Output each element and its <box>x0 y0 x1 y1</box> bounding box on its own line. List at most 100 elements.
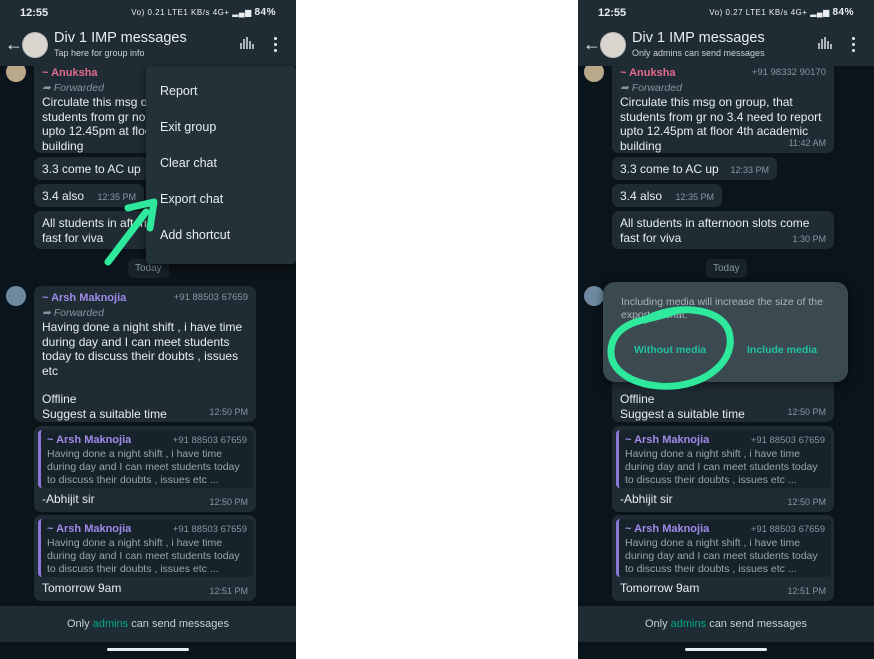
message-text-line: All students in afternoon slots come <box>620 216 810 230</box>
more-vert-icon[interactable] <box>852 37 856 53</box>
quote-text-line: during day and I can meet students today <box>625 549 818 562</box>
quoted-message[interactable]: ~ Arsh Maknojia +91 88503 67659 Having d… <box>38 519 253 577</box>
group-title[interactable]: Div 1 IMP messages <box>632 30 765 46</box>
back-arrow-icon[interactable]: ← <box>583 34 601 55</box>
signal-icon: ▂▄▆ <box>232 8 252 17</box>
quote-text-line: to discuss their doubts , issues etc ... <box>47 562 219 575</box>
message-bubble[interactable]: ~ Arsh Maknojia +91 88503 67659 Having d… <box>34 515 256 601</box>
network-type: 4G+ <box>212 8 230 17</box>
forwarded-label: ➦ Forwarded <box>620 81 682 94</box>
message-bubble[interactable]: ~ Arsh Maknojia +91 88503 67659 ➦ Forwar… <box>34 286 256 422</box>
menu-item-clear-chat[interactable]: Clear chat <box>160 156 217 170</box>
message-bubble[interactable]: ~ Arsh Maknojia +91 88503 67659 Having d… <box>34 426 256 512</box>
message-text-line: Having done a night shift , i have time <box>42 320 243 334</box>
status-time: 12:55 <box>598 7 627 19</box>
quote-phone: +91 88503 67659 <box>750 524 825 535</box>
group-subtitle[interactable]: Tap here for group info <box>54 48 145 58</box>
menu-item-exit-group[interactable]: Exit group <box>160 120 216 134</box>
admin-only-notice: Only admins can send messages <box>0 606 296 642</box>
message-text: Tomorrow 9am <box>42 581 122 595</box>
network-speed: Vo) 0.27 LTE1 KB/s <box>709 8 788 17</box>
admins-link[interactable]: admins <box>671 618 706 630</box>
menu-item-add-shortcut[interactable]: Add shortcut <box>160 228 230 242</box>
message-bubble[interactable]: ~ Arsh Maknojia +91 88503 67659 Having d… <box>612 426 834 512</box>
back-arrow-icon[interactable]: ← <box>5 34 23 55</box>
group-title[interactable]: Div 1 IMP messages <box>54 30 187 46</box>
message-bubble[interactable]: ~ Anuksha +91 98332 90170 ➦ Forwarded Ci… <box>612 66 834 153</box>
chat-header[interactable]: ← Div 1 IMP messages Tap here for group … <box>0 26 296 66</box>
quote-phone: +91 88503 67659 <box>172 435 247 446</box>
sender-avatar[interactable] <box>584 286 604 306</box>
message-time: 11:42 AM <box>788 137 826 148</box>
message-text: -Abhijit sir <box>620 492 673 506</box>
message-time: 12:35 PM <box>675 191 714 202</box>
sender-phone: +91 88503 67659 <box>173 292 248 303</box>
group-avatar[interactable] <box>22 32 48 58</box>
message-time: 12:33 PM <box>730 164 769 175</box>
quote-text-line: during day and I can meet students today <box>47 460 240 473</box>
quoted-message[interactable]: ~ Arsh Maknojia +91 88503 67659 Having d… <box>616 519 831 577</box>
quoted-message[interactable]: ~ Arsh Maknojia +91 88503 67659 Having d… <box>616 430 831 488</box>
home-indicator[interactable] <box>107 648 189 651</box>
status-bar: 12:55 Vo) 0.27 LTE1 KB/s 4G+ ▂▄▆ 84% <box>578 0 874 26</box>
message-bubble[interactable]: 3.3 come to AC up 12:33 PM <box>612 157 777 180</box>
sender-phone: +91 98332 90170 <box>751 67 826 78</box>
message-time: 12:51 PM <box>209 585 248 596</box>
message-time: 12:50 PM <box>209 496 248 507</box>
message-text-line: etc <box>42 363 59 378</box>
status-icons: Vo) 0.27 LTE1 KB/s 4G+ ▂▄▆ 84% <box>709 7 854 18</box>
menu-item-report[interactable]: Report <box>160 84 198 98</box>
message-time: 12:51 PM <box>787 585 826 596</box>
battery-level: 84% <box>254 7 276 18</box>
quote-text-line: Having done a night shift , i have time <box>625 447 801 460</box>
phone-screen-left: 12:55 Vo) 0.21 LTE1 KB/s 4G+ ▂▄▆ 84% ← D… <box>0 0 296 659</box>
message-bubble[interactable]: ~ Arsh Maknojia +91 88503 67659 Having d… <box>612 515 834 601</box>
message-text-line: during day and I can meet students <box>42 334 230 349</box>
chat-header[interactable]: ← Div 1 IMP messages Only admins can sen… <box>578 26 874 66</box>
quote-phone: +91 88503 67659 <box>172 524 247 535</box>
phone-screen-right: 12:55 Vo) 0.27 LTE1 KB/s 4G+ ▂▄▆ 84% ← D… <box>578 0 874 659</box>
voice-wave-icon[interactable] <box>818 37 832 50</box>
overflow-menu: Report Exit group Clear chat Export chat… <box>146 66 296 264</box>
message-text: Tomorrow 9am <box>620 581 700 595</box>
forward-icon: ➦ <box>620 81 632 94</box>
admin-only-notice: Only admins can send messages <box>578 606 874 642</box>
group-avatar[interactable] <box>600 32 626 58</box>
quoted-message[interactable]: ~ Arsh Maknojia +91 88503 67659 Having d… <box>38 430 253 488</box>
quote-text-line: Having done a night shift , i have time <box>47 447 223 460</box>
message-bubble[interactable]: 3.4 also 12:35 PM <box>612 184 722 207</box>
quote-text-line: during day and I can meet students today <box>625 460 818 473</box>
status-bar: 12:55 Vo) 0.21 LTE1 KB/s 4G+ ▂▄▆ 84% <box>0 0 296 26</box>
forwarded-label: ➦ Forwarded <box>42 306 104 319</box>
date-chip: Today <box>706 259 747 278</box>
sender-avatar[interactable] <box>6 286 26 306</box>
signal-icon: ▂▄▆ <box>810 8 830 17</box>
nav-bar <box>0 642 296 659</box>
message-text-line: today to discuss their doubts , issues <box>42 349 239 363</box>
message-bubble[interactable]: 3.3 come to AC up <box>34 157 154 180</box>
message-bubble[interactable]: All students in afternoon slots come fas… <box>612 211 834 249</box>
quote-text-line: during day and I can meet students today <box>47 549 240 562</box>
message-text-line: Circulate this msg on group, that <box>620 95 793 109</box>
quote-text-line: to discuss their doubts , issues etc ... <box>47 473 219 486</box>
forward-icon: ➦ <box>42 81 54 94</box>
sender-avatar[interactable] <box>6 66 26 82</box>
message-text: 3.3 come to AC up <box>42 162 141 176</box>
menu-item-export-chat[interactable]: Export chat <box>160 192 223 206</box>
more-vert-icon[interactable] <box>274 37 278 53</box>
sender-avatar[interactable] <box>584 66 604 82</box>
quote-text-line: Having done a night shift , i have time <box>625 536 801 549</box>
message-time: 1:30 PM <box>792 233 826 244</box>
message-time: 12:50 PM <box>787 496 826 507</box>
admins-link[interactable]: admins <box>93 618 128 630</box>
annotation-arrow-icon <box>104 198 158 266</box>
network-type: 4G+ <box>790 8 808 17</box>
status-icons: Vo) 0.21 LTE1 KB/s 4G+ ▂▄▆ 84% <box>131 7 276 18</box>
message-time: 12:50 PM <box>787 406 826 417</box>
annotation-circle-icon <box>607 306 734 390</box>
voice-wave-icon[interactable] <box>240 37 254 50</box>
home-indicator[interactable] <box>685 648 767 651</box>
status-time: 12:55 <box>20 7 49 19</box>
group-subtitle[interactable]: Only admins can send messages <box>632 48 765 58</box>
include-media-button[interactable]: Include media <box>747 344 817 356</box>
